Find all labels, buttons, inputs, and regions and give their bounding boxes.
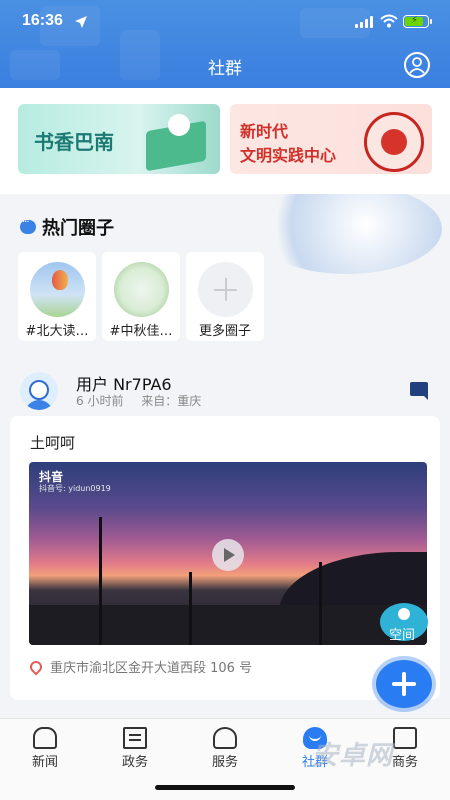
location-arrow-icon [75, 16, 87, 28]
circle-thumbnail [30, 262, 85, 317]
tab-label: 新闻 [31, 755, 58, 770]
circle-card-mid-autumn[interactable]: #中秋佳… [102, 252, 180, 341]
circle-list: #北大读… #中秋佳… 更多圈子 [18, 252, 264, 341]
post-location[interactable]: 重庆市渝北区金开大道西段 106 号 [27, 657, 253, 676]
banner-reading-text: 书香巴南 [34, 130, 114, 154]
more-circles-button[interactable]: 更多圈子 [186, 252, 264, 341]
circle-thumbnail [114, 262, 169, 317]
location-pin-icon [27, 658, 45, 675]
post-address: 重庆市渝北区金开大道西段 106 号 [50, 661, 253, 676]
comment-icon[interactable] [410, 382, 428, 400]
tab-label: 服务 [211, 755, 238, 770]
tab-services[interactable]: 服务 [180, 719, 270, 779]
circle-label: #北大读… [25, 324, 89, 339]
wifi-icon [380, 14, 398, 28]
user-profile-icon[interactable] [404, 52, 430, 78]
circle-label: #中秋佳… [109, 324, 173, 339]
chat-bubble-icon [20, 214, 36, 234]
cellular-signal-icon [355, 16, 375, 28]
status-time: 16:36 [22, 12, 63, 29]
tab-label: 政务 [121, 755, 148, 770]
post-source: 来自：重庆 [141, 394, 202, 408]
decorative-swirl [252, 194, 442, 274]
plus-icon [198, 262, 253, 317]
hot-circles-section: 热门圈子 #北大读… #中秋佳… 更多圈子 [0, 194, 450, 354]
post-time: 6 小时前 [76, 394, 124, 408]
space-button[interactable]: 空间 [376, 603, 432, 645]
heart-hand-icon [213, 727, 237, 749]
person-icon [398, 608, 410, 620]
feed-post: 用户 Nr7PA6 6 小时前 来自：重庆 土呵呵 抖音 抖音号: yidun0… [10, 364, 440, 700]
watermark: 安卓网 [312, 741, 394, 771]
page-title: 社群 [208, 59, 242, 79]
circle-card-peking-reading[interactable]: #北大读… [18, 252, 96, 341]
hot-circles-title: 热门圈子 [42, 218, 114, 239]
post-body[interactable]: 土呵呵 抖音 抖音号: yidun0919 重庆市渝北区金开大道西段 106 号 [10, 416, 440, 700]
news-icon [33, 727, 57, 749]
hot-circles-header: 热门圈子 [20, 214, 114, 240]
video-account-id: 抖音号: yidun0919 [39, 484, 111, 493]
home-indicator [155, 785, 295, 790]
battery-icon: ⚡ [403, 15, 432, 28]
app-header: 16:36 ⚡ 社群 [0, 0, 450, 88]
banner-civilization-line2: 文明实践中心 [240, 146, 337, 165]
civilization-seal-logo [364, 112, 424, 172]
banner-row: 书香巴南 新时代 文明实践中心 [0, 88, 450, 194]
tab-government[interactable]: 政务 [90, 719, 180, 779]
add-post-button[interactable] [376, 660, 432, 708]
play-icon[interactable] [212, 539, 244, 571]
post-text: 土呵呵 [30, 434, 76, 452]
status-bar: 16:36 ⚡ [0, 0, 450, 44]
tab-news[interactable]: 新闻 [0, 719, 90, 779]
store-icon [393, 727, 417, 749]
banner-reading[interactable]: 书香巴南 [18, 104, 220, 174]
avatar[interactable] [20, 372, 58, 410]
document-icon [123, 727, 147, 749]
space-button-label: 空间 [389, 628, 416, 643]
banner-civilization-center[interactable]: 新时代 文明实践中心 [230, 104, 432, 174]
post-header: 用户 Nr7PA6 6 小时前 来自：重庆 [10, 364, 440, 416]
circle-label: 更多圈子 [198, 324, 251, 339]
post-meta: 6 小时前 来自：重庆 [76, 392, 215, 409]
video-player[interactable]: 抖音 抖音号: yidun0919 [29, 462, 427, 645]
banner-civilization-line1: 新时代 [240, 122, 289, 141]
